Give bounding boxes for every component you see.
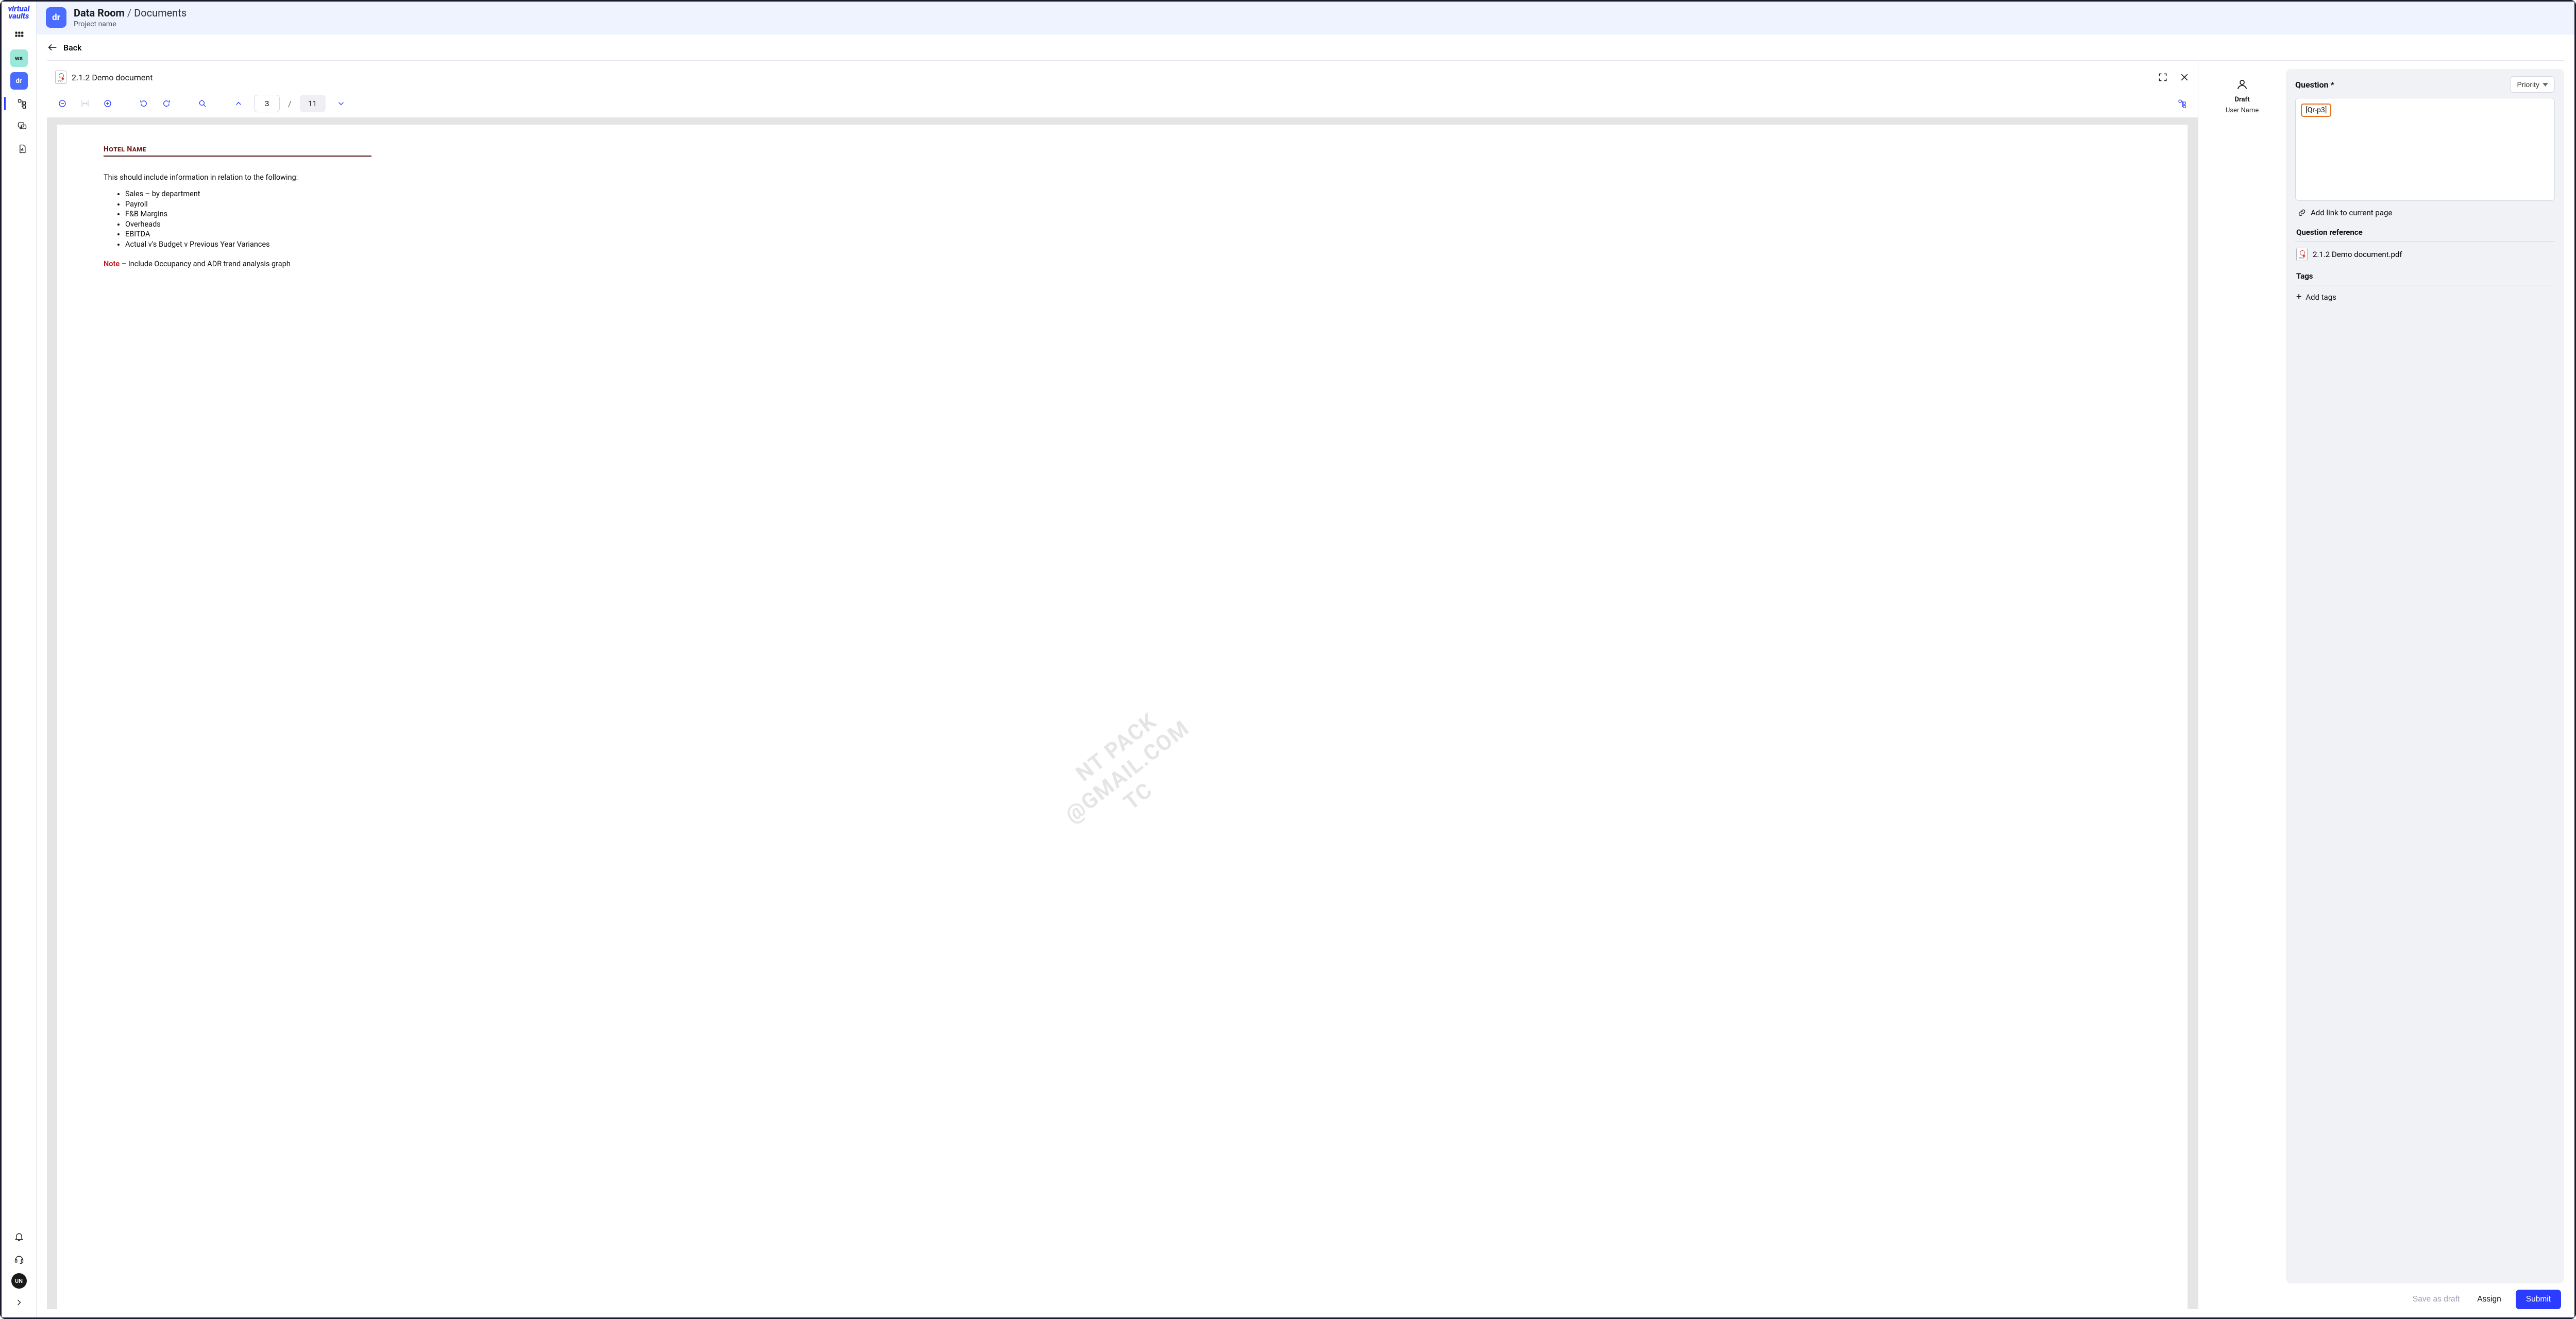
outline-tree-icon[interactable]: [2175, 96, 2190, 111]
next-page-icon[interactable]: [334, 96, 348, 111]
page-bullet-list: Sales – by department Payroll F&B Margin…: [104, 189, 2141, 249]
notifications-icon[interactable]: [10, 1228, 28, 1245]
reference-file-row[interactable]: PDF 2.1.2 Demo document.pdf: [2295, 245, 2555, 266]
rotate-right-icon[interactable]: [159, 96, 174, 111]
document-page: Hotel Name This should include informati…: [57, 125, 2188, 1309]
page-total: 11: [300, 95, 326, 112]
pdf-file-icon: PDF: [2296, 248, 2308, 261]
project-name: Project name: [74, 20, 187, 28]
expand-rail-icon[interactable]: [10, 1294, 28, 1311]
qa-icon[interactable]: [13, 117, 31, 135]
back-button[interactable]: Back: [47, 35, 2564, 61]
workspace-badge[interactable]: ws: [10, 49, 28, 67]
zoom-in-icon[interactable]: [100, 96, 115, 111]
assign-button[interactable]: Assign: [2474, 1291, 2504, 1308]
breadcrumb: Data Room / Documents: [74, 7, 187, 19]
zoom-out-icon[interactable]: [55, 96, 70, 111]
submit-button[interactable]: Submit: [2516, 1290, 2561, 1309]
fullscreen-icon[interactable]: [2155, 69, 2171, 85]
question-reference-title: Question reference: [2295, 222, 2555, 241]
page-note: Note – Include Occupancy and ADR trend a…: [104, 260, 2141, 268]
priority-dropdown[interactable]: Priority: [2510, 76, 2555, 93]
tree-icon[interactable]: [13, 95, 31, 112]
report-icon[interactable]: [13, 140, 31, 158]
project-badge: dr: [46, 7, 66, 28]
rotate-left-icon[interactable]: [137, 96, 151, 111]
page-heading: Hotel Name: [104, 145, 371, 157]
question-textarea[interactable]: [Qr-p3]: [2295, 98, 2555, 201]
header-bar: dr Data Room / Documents Project name: [37, 2, 2574, 35]
search-icon[interactable]: [195, 96, 210, 111]
user-avatar[interactable]: UN: [11, 1273, 27, 1289]
page-canvas[interactable]: Hotel Name This should include informati…: [47, 117, 2198, 1309]
brand-logo: virtual vaults: [8, 6, 30, 20]
arrow-left-icon: [47, 42, 58, 53]
apps-grid-icon[interactable]: [10, 27, 28, 44]
user-icon: [2236, 78, 2248, 91]
question-reference-chip[interactable]: [Qr-p3]: [2301, 104, 2331, 117]
plus-icon: +: [2296, 293, 2301, 302]
page-number-input[interactable]: [254, 95, 280, 112]
page-intro: This should include information in relat…: [104, 173, 2141, 182]
watermark: NT PACK @GMAIL.COM TC: [1034, 695, 1211, 857]
prev-page-icon[interactable]: [231, 96, 246, 111]
caret-down-icon: [2543, 82, 2548, 88]
tags-title: Tags: [2295, 266, 2555, 285]
close-icon[interactable]: [2176, 69, 2193, 85]
status-label: Draft: [2234, 96, 2249, 104]
document-name: 2.1.2 Demo document: [72, 73, 152, 82]
save-draft-button[interactable]: Save as draft: [2410, 1291, 2463, 1308]
add-link-current-page[interactable]: Add link to current page: [2295, 201, 2555, 222]
link-icon: [2297, 208, 2307, 217]
user-name-label: User Name: [2226, 107, 2259, 114]
fit-width-icon[interactable]: [78, 96, 92, 111]
add-tags-button[interactable]: + Add tags: [2295, 288, 2555, 306]
page-separator: /: [288, 99, 292, 109]
support-headset-icon[interactable]: [10, 1251, 28, 1268]
question-title: Question *: [2295, 80, 2334, 90]
pdf-file-icon: PDF: [55, 71, 66, 84]
dataroom-badge[interactable]: dr: [10, 72, 28, 90]
